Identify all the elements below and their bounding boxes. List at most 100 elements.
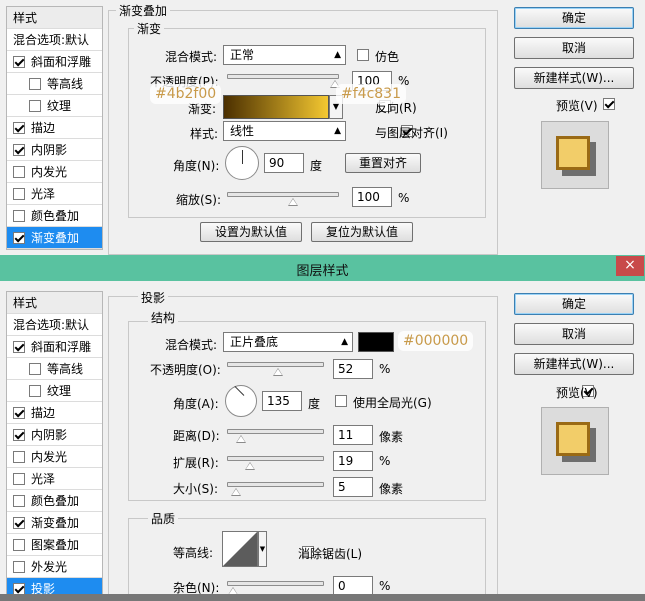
top-panel-title: 渐变叠加 [116, 2, 171, 19]
top-style-list-item[interactable]: 颜色叠加 [7, 205, 102, 227]
top-style-item-checkbox[interactable] [13, 231, 25, 244]
top-blend-mode-select[interactable]: 正常 ▲ [223, 45, 346, 65]
bottom-spread-input[interactable]: 19 [333, 451, 373, 471]
top-style-list-item[interactable]: 纹理 [7, 95, 102, 117]
bottom-distance-slider[interactable] [227, 429, 324, 443]
bottom-global-light-label: 使用全局光(G) [353, 396, 432, 410]
top-style-item-checkbox[interactable] [13, 187, 25, 200]
bottom-style-item-checkbox[interactable] [13, 560, 25, 573]
top-scale-input[interactable]: 100 [352, 187, 392, 207]
bottom-style-list-item[interactable]: 内发光 [7, 446, 102, 468]
bottom-ok-button[interactable]: 确定 [514, 293, 634, 315]
bottom-panel-title: 投影 [138, 289, 169, 306]
top-style-list-item[interactable]: 斜面和浮雕 [7, 51, 102, 73]
bottom-style-list-item[interactable]: 斜面和浮雕 [7, 336, 102, 358]
bottom-style-list-item[interactable]: 图案叠加 [7, 534, 102, 556]
top-opacity-slider[interactable] [227, 74, 340, 88]
bottom-noise-input[interactable]: 0 [333, 576, 373, 596]
top-style-label: 样式: [190, 127, 219, 141]
bottom-style-list-item[interactable]: 渐变叠加 [7, 512, 102, 534]
bottom-style-item-checkbox[interactable] [13, 340, 25, 353]
bottom-distance-input[interactable]: 11 [333, 425, 373, 445]
bottom-style-item-checkbox[interactable] [13, 428, 25, 441]
top-blend-mode-label: 混合模式: [165, 50, 218, 64]
bottom-opacity-input[interactable]: 52 [333, 359, 373, 379]
bottom-spread-slider-thumb[interactable] [244, 462, 255, 470]
close-button[interactable]: × [616, 256, 644, 276]
bottom-style-list-header: 样式 [7, 292, 102, 314]
top-style-list-item[interactable]: 内发光 [7, 161, 102, 183]
bottom-size-input[interactable]: 5 [333, 477, 373, 497]
bottom-style-list-item[interactable]: 纹理 [7, 380, 102, 402]
bottom-distance-slider-thumb[interactable] [235, 435, 246, 443]
bottom-contour-picker[interactable] [222, 531, 258, 567]
bottom-global-light-checkbox[interactable] [335, 395, 347, 407]
top-dither-checkbox[interactable] [357, 49, 369, 61]
top-angle-input[interactable]: 90 [264, 153, 304, 173]
bottom-style-list-item[interactable]: 混合选项:默认 [7, 314, 102, 336]
bottom-new-style-button[interactable]: 新建样式(W)... [514, 353, 634, 375]
bottom-contour-dropdown[interactable]: ▼ [258, 531, 267, 567]
bottom-cancel-button[interactable]: 取消 [514, 323, 634, 345]
bottom-style-list-item[interactable]: 等高线 [7, 358, 102, 380]
top-style-item-checkbox[interactable] [13, 209, 25, 222]
bottom-style-item-checkbox[interactable] [13, 450, 25, 463]
top-preview-checkbox[interactable] [603, 98, 616, 110]
top-style-list-item[interactable]: 混合选项:默认 [7, 29, 102, 51]
top-set-default-button[interactable]: 设置为默认值 [200, 222, 302, 242]
top-angle-dial[interactable] [225, 146, 259, 180]
bottom-style-list-item[interactable]: 内阴影 [7, 424, 102, 446]
top-style-list-item[interactable]: 等高线 [7, 73, 102, 95]
top-scale-slider[interactable] [227, 192, 339, 206]
top-new-style-button[interactable]: 新建样式(W)... [514, 67, 634, 89]
bottom-style-item-checkbox[interactable] [13, 494, 25, 507]
top-style-item-checkbox[interactable] [29, 77, 41, 90]
dropdown-arrow-icon: ▲ [334, 126, 341, 136]
top-style-list-item[interactable]: 光泽 [7, 183, 102, 205]
bottom-spread-slider[interactable] [227, 456, 324, 470]
bottom-blend-mode-select[interactable]: 正片叠底 ▲ [223, 332, 353, 352]
bottom-style-item-checkbox[interactable] [13, 472, 25, 485]
bottom-angle-dial[interactable] [225, 385, 257, 417]
top-style-item-checkbox[interactable] [29, 99, 41, 112]
bottom-angle-input[interactable]: 135 [262, 391, 302, 411]
top-style-list-item[interactable]: 描边 [7, 117, 102, 139]
top-reset-align-button[interactable]: 重置对齐 [345, 153, 421, 173]
bottom-noise-slider[interactable] [227, 581, 324, 595]
bottom-layer-style-dialog: 样式 混合选项:默认 斜面和浮雕 等高线 纹理 描边 内阴影 内发光 光泽颜色叠加渐变叠加图案… [0, 281, 645, 601]
bottom-size-slider-thumb[interactable] [231, 488, 242, 496]
bottom-style-list-item[interactable]: 描边 [7, 402, 102, 424]
dropdown-arrow-icon: ▲ [341, 337, 348, 347]
bottom-style-item-checkbox[interactable] [13, 516, 25, 529]
bottom-style-item-checkbox[interactable] [13, 582, 25, 595]
top-gradient-swatch[interactable] [223, 95, 329, 119]
top-reset-default-button[interactable]: 复位为默认值 [311, 222, 413, 242]
bottom-opacity-slider-thumb[interactable] [273, 368, 284, 376]
bottom-style-item-label: 颜色叠加 [31, 494, 80, 508]
top-style-list-item[interactable]: 渐变叠加 [7, 227, 102, 249]
bottom-opacity-slider[interactable] [227, 362, 324, 376]
top-blend-mode-value: 正常 [230, 48, 255, 62]
top-style-select[interactable]: 线性 ▲ [223, 121, 346, 141]
bottom-size-slider[interactable] [227, 482, 324, 496]
bottom-style-list-item[interactable]: 光泽 [7, 468, 102, 490]
bottom-style-item-label: 渐变叠加 [31, 516, 80, 530]
top-ok-button[interactable]: 确定 [514, 7, 634, 29]
bottom-style-list-item[interactable]: 颜色叠加 [7, 490, 102, 512]
bottom-style-item-checkbox[interactable] [29, 362, 41, 375]
bottom-style-item-checkbox[interactable] [13, 406, 25, 419]
top-style-list-item[interactable]: 内阴影 [7, 139, 102, 161]
dialog-title: 图层样式 [296, 264, 349, 279]
bottom-spread-label: 扩展(R): [173, 456, 219, 470]
top-style-item-checkbox[interactable] [13, 165, 25, 178]
top-style-item-checkbox[interactable] [13, 121, 25, 134]
top-style-item-checkbox[interactable] [13, 55, 25, 68]
top-scale-slider-thumb[interactable] [288, 198, 299, 206]
bottom-style-item-checkbox[interactable] [13, 538, 25, 551]
top-style-item-checkbox[interactable] [13, 143, 25, 156]
bottom-style-list-item[interactable]: 外发光 [7, 556, 102, 578]
top-cancel-button[interactable]: 取消 [514, 37, 634, 59]
top-style-item-label: 混合选项:默认 [13, 33, 90, 47]
bottom-style-item-checkbox[interactable] [29, 384, 41, 397]
bottom-shadow-color-swatch[interactable] [358, 332, 394, 352]
